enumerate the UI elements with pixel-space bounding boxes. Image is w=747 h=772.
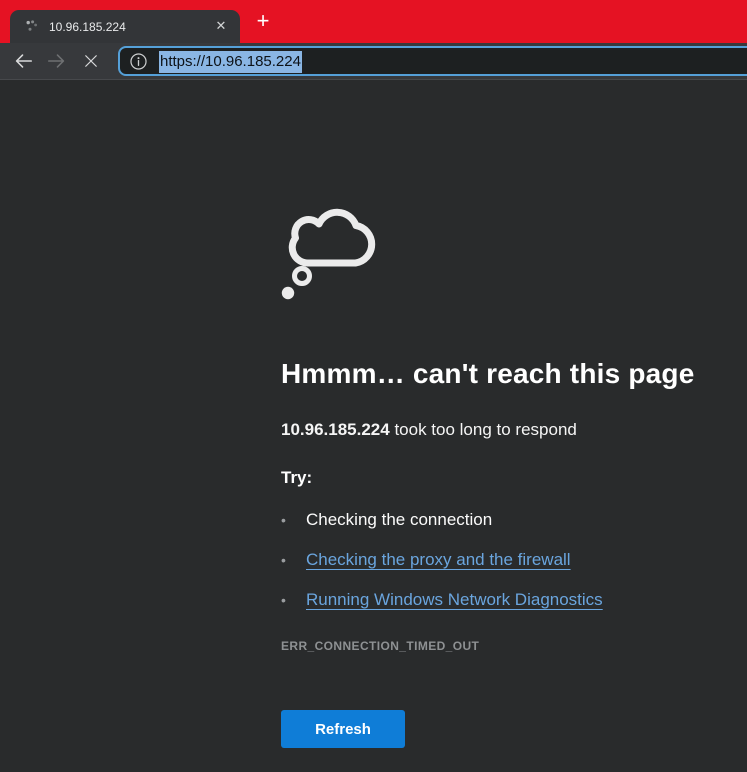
back-button[interactable] [6, 46, 40, 76]
url-input[interactable]: https://10.96.185.224 [159, 53, 302, 70]
browser-tab[interactable]: 10.96.185.224 ✕ [10, 10, 240, 43]
error-heading: Hmmm… can't reach this page [281, 358, 747, 390]
bullet-dot [281, 513, 306, 527]
error-page: Hmmm… can't reach this page 10.96.185.22… [0, 200, 747, 772]
list-item: Checking the connection [281, 500, 747, 540]
error-code: ERR_CONNECTION_TIMED_OUT [281, 639, 747, 653]
refresh-button[interactable]: Refresh [281, 710, 405, 748]
suggestion-check-connection: Checking the connection [306, 510, 492, 530]
forward-button[interactable] [40, 46, 74, 76]
link-checking-proxy-firewall[interactable]: Checking the proxy and the firewall [306, 550, 571, 570]
site-info-button[interactable] [126, 49, 150, 73]
url-selected-text: https://10.96.185.224 [159, 51, 302, 73]
thought-bubble-cloud-icon [281, 200, 381, 303]
suggestion-list: Checking the connection Checking the pro… [281, 500, 747, 620]
forward-arrow-icon [46, 50, 68, 72]
error-host: 10.96.185.224 [281, 420, 390, 439]
titlebar: 10.96.185.224 ✕ + [0, 0, 747, 43]
bullet-dot [281, 593, 306, 607]
address-bar[interactable]: https://10.96.185.224 [118, 46, 747, 76]
info-icon [128, 51, 149, 72]
error-subtitle-rest: took too long to respond [390, 420, 577, 439]
error-subtitle: 10.96.185.224 took too long to respond [281, 420, 747, 440]
loading-spinner-icon [22, 18, 40, 36]
stop-button[interactable] [74, 46, 108, 76]
back-arrow-icon [12, 50, 34, 72]
bullet-dot [281, 553, 306, 567]
list-item: Running Windows Network Diagnostics [281, 580, 747, 620]
new-tab-button[interactable]: + [250, 8, 276, 34]
stop-icon [82, 52, 100, 70]
try-label: Try: [281, 468, 747, 488]
list-item: Checking the proxy and the firewall [281, 540, 747, 580]
navigation-toolbar: https://10.96.185.224 [0, 43, 747, 80]
link-windows-network-diagnostics[interactable]: Running Windows Network Diagnostics [306, 590, 603, 610]
tab-close-icon[interactable]: ✕ [212, 18, 230, 36]
tab-title: 10.96.185.224 [49, 20, 212, 34]
